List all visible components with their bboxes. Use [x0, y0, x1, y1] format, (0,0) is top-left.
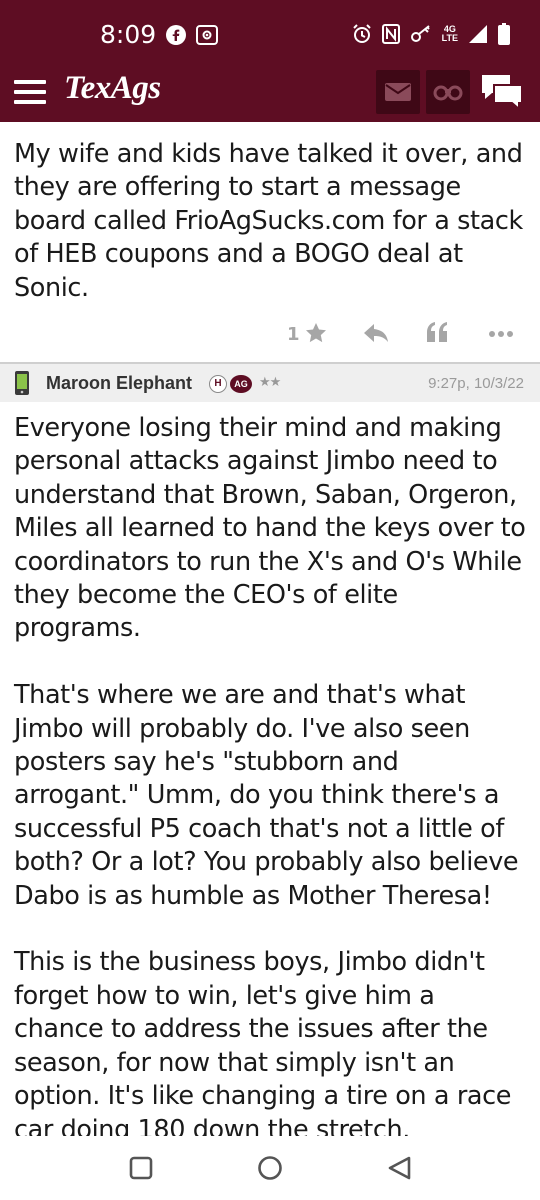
user-stars: ★★ [259, 374, 281, 389]
status-time: 8:09 [100, 20, 157, 49]
badge-h: H [209, 375, 227, 393]
badge-ag: AG [230, 375, 252, 393]
back-triangle-icon[interactable] [386, 1155, 412, 1181]
post-paragraph: This is the business boys, Jimbo didn't … [14, 947, 512, 1145]
battery-icon [498, 23, 510, 45]
status-bar: 8:09 4G LTE [0, 0, 540, 62]
post-header: Maroon Elephant H AG ★★ 9:27p, 10/3/22 [0, 364, 540, 402]
system-nav-bar [0, 1136, 540, 1200]
radio-icon [196, 25, 218, 45]
previous-post-text: My wife and kids have talked it over, an… [14, 139, 523, 303]
mail-button[interactable] [376, 70, 420, 114]
post-paragraph: That's where we are and that's what Jimb… [14, 680, 519, 911]
post-username[interactable]: Maroon Elephant [46, 373, 192, 394]
network-type: 4G LTE [442, 25, 458, 43]
signal-icon [469, 25, 487, 43]
mobile-phone-icon [15, 371, 29, 395]
site-logo[interactable]: TexAgs [64, 70, 161, 107]
post-paragraph: Everyone losing their mind and making pe… [14, 413, 526, 644]
alarm-icon [352, 24, 371, 43]
post-timestamp: 9:27p, 10/3/22 [428, 375, 524, 392]
nfc-icon [381, 24, 400, 44]
post-actions: 1 [0, 318, 540, 350]
binoculars-icon [433, 85, 463, 101]
facebook-icon [166, 25, 186, 45]
mail-icon [385, 83, 411, 101]
reply-icon[interactable] [363, 323, 389, 343]
chat-icon [482, 75, 523, 112]
previous-post-body: My wife and kids have talked it over, an… [14, 138, 530, 305]
more-icon[interactable] [488, 330, 514, 338]
star-icon[interactable] [305, 322, 327, 344]
home-circle-icon[interactable] [257, 1155, 283, 1181]
watch-button[interactable] [426, 70, 470, 114]
network-label-lte: LTE [441, 33, 458, 43]
rating-count: 1 [287, 324, 300, 345]
app-bar: TexAgs [0, 62, 540, 122]
post-body: Everyone losing their mind and making pe… [14, 412, 530, 1147]
hamburger-menu-icon[interactable] [14, 80, 46, 104]
key-icon [410, 25, 430, 42]
quote-icon[interactable] [426, 321, 448, 343]
recents-square-icon[interactable] [129, 1156, 153, 1180]
chat-button[interactable] [480, 71, 524, 113]
